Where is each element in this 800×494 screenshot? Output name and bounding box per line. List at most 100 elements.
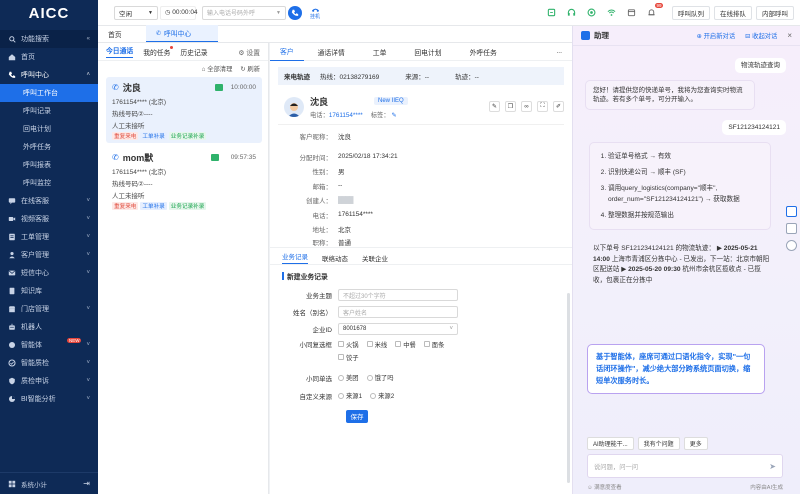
user-message: SF121234124121 xyxy=(722,120,786,135)
chevron-down-icon: ˅ xyxy=(86,270,90,276)
pen-icon[interactable]: ✐ xyxy=(553,101,564,112)
call-card[interactable]: ✆ 沈良 10:00:00 1761154**** (北京) 热线号码②---- 人… xyxy=(106,77,262,143)
agent-status-select[interactable]: 空闲 ▼ xyxy=(114,5,158,20)
tab-today-calls[interactable]: 今日通话 xyxy=(106,45,134,58)
sidebar-subitem-report[interactable]: 呼叫报表 xyxy=(0,156,98,174)
refresh-button[interactable]: ↻ 刷新 xyxy=(240,64,260,73)
link-icon[interactable]: ∞ xyxy=(521,101,532,112)
sidebar-item-knowledge[interactable]: 知识库 xyxy=(0,282,98,300)
suggestion-chip[interactable]: 我有个问题 xyxy=(637,437,680,450)
calendar-icon[interactable] xyxy=(624,6,638,20)
save-button[interactable]: 保存 xyxy=(346,409,368,423)
bell-icon[interactable]: 99 xyxy=(644,2,663,20)
book-icon xyxy=(8,287,16,295)
internal-call-button[interactable]: 内部呼叫 xyxy=(756,5,794,20)
sidebar-subitem-records[interactable]: 呼叫记录 xyxy=(0,102,98,120)
dial-button[interactable] xyxy=(288,5,302,20)
satisfaction-icon: ☺ xyxy=(587,485,593,491)
settings-button[interactable]: ⚙ 设置 xyxy=(238,47,260,57)
tab-call-details[interactable]: 通话详情 xyxy=(304,43,359,61)
sidebar-item-online-service[interactable]: 在线客服 ˅ xyxy=(0,192,98,210)
tab-related-company[interactable]: 关联企业 xyxy=(362,253,388,263)
sidebar-item-call-center[interactable]: 呼叫中心 ˄ xyxy=(0,66,98,84)
online-queue-button[interactable]: 在线排队 xyxy=(714,5,752,20)
tab-customer[interactable]: 客户 xyxy=(270,43,304,61)
detail-scrollbar[interactable] xyxy=(567,293,570,483)
sidebar-item-quality[interactable]: 智能质检 ˅ xyxy=(0,354,98,372)
hangup-button[interactable]: 挂机 xyxy=(310,6,320,20)
sidebar-item-video-service[interactable]: 视频客服 ˅ xyxy=(0,210,98,228)
tab-callback[interactable]: 回电计划 xyxy=(400,43,455,61)
checkbox-option[interactable]: 米线 xyxy=(366,340,387,349)
tab-call-center[interactable]: ✆ 呼叫中心 xyxy=(146,25,218,42)
tag-repeat-call: 重复来电 xyxy=(112,132,139,140)
assistant-input[interactable]: 说问题，问一问 ➤ xyxy=(587,454,783,478)
satisfaction-link[interactable]: ☺ 满意度查看 xyxy=(587,483,622,491)
customer-fields: 客户昵称： 沈良 分配时间： 2025/02/18 17:34:21 性别：男 邮箱… xyxy=(270,125,572,246)
checkbox-option[interactable]: 面条 xyxy=(423,340,444,349)
sidebar-subitem-workbench[interactable]: 呼叫工作台 xyxy=(0,84,98,102)
customer-name-input[interactable]: 客户姓名 xyxy=(338,306,458,318)
tab-ticket[interactable]: 工单 xyxy=(359,43,401,61)
transfer-icon[interactable] xyxy=(544,6,558,20)
send-icon[interactable]: ➤ xyxy=(769,462,776,471)
chevron-left-icon[interactable]: « xyxy=(87,36,90,42)
sidebar-item-customers[interactable]: 客户管理 ˅ xyxy=(0,246,98,264)
broom-icon: ⌂ xyxy=(201,66,206,73)
sidebar-footer[interactable]: 系统小计 ⇥ xyxy=(0,472,98,494)
call-queue-button[interactable]: 呼叫队列 xyxy=(672,5,710,20)
radio-option[interactable]: 饿了吗 xyxy=(366,373,393,382)
sidebar-subitem-monitor[interactable]: 呼叫监控 xyxy=(0,174,98,192)
sidebar-item-sms[interactable]: 短信中心 ˅ xyxy=(0,264,98,282)
suggestion-chip[interactable]: 更多 xyxy=(683,437,708,450)
red-dot xyxy=(170,45,174,49)
close-icon[interactable]: × xyxy=(787,31,792,40)
tab-business-records[interactable]: 业务记录 xyxy=(282,251,308,264)
tab-home[interactable]: 首页 xyxy=(98,25,146,42)
sidebar-item-appeal[interactable]: 质检申诉 ˅ xyxy=(0,372,98,390)
sidebar-item-bi[interactable]: BI智能分析 ˅ xyxy=(0,390,98,408)
assistant-rail-icon[interactable] xyxy=(786,206,797,217)
wifi-icon[interactable] xyxy=(604,6,618,20)
radio-option[interactable]: 来源2 xyxy=(370,391,394,400)
subject-input[interactable]: 不超过30个字符 xyxy=(338,289,458,301)
checkbox-option[interactable]: 饺子 xyxy=(338,353,359,362)
tab-my-tasks[interactable]: 我的任务 xyxy=(143,45,174,57)
headset-alt-icon[interactable] xyxy=(584,6,598,20)
checkbox-option[interactable]: 中餐 xyxy=(395,340,416,349)
chevron-down-icon: ˅ xyxy=(86,396,90,402)
phone-number-input[interactable]: 输入电话号码外呼 ▼ xyxy=(202,5,286,20)
tab-history[interactable]: 历史记录 xyxy=(180,47,207,57)
help-rail-icon[interactable] xyxy=(786,240,797,251)
sidebar-item-agent[interactable]: 智能体 NEW ˅ xyxy=(0,336,98,354)
clear-all-button[interactable]: ⌂ 全部清理 xyxy=(202,64,233,73)
assistant-header: 助理 ⊕ 开启新对话 ⊟ 收起对话 × xyxy=(573,26,800,46)
tab-contact-activity[interactable]: 联络动态 xyxy=(322,253,348,263)
checkbox-option[interactable]: 火锅 xyxy=(338,340,359,349)
chevron-down-icon: ˅ xyxy=(86,342,90,348)
sidebar-item-home[interactable]: 首页 xyxy=(0,48,98,66)
new-chat-button[interactable]: ⊕ 开启新对话 xyxy=(697,31,736,40)
radio-option[interactable]: 美团 xyxy=(338,373,359,382)
sidebar-subitem-outbound[interactable]: 外呼任务 xyxy=(0,138,98,156)
chat-rail-icon[interactable] xyxy=(786,223,797,234)
agent-icon xyxy=(8,341,16,349)
more-tabs-button[interactable]: ... xyxy=(546,43,572,61)
collapse-chat-button[interactable]: ⊟ 收起对话 xyxy=(745,31,777,40)
sidebar-search[interactable]: 功能搜索 « xyxy=(0,30,98,48)
radio-option[interactable]: 来源1 xyxy=(338,391,362,400)
edit-icon[interactable]: ✎ xyxy=(390,112,396,119)
tab-outbound[interactable]: 外呼任务 xyxy=(456,43,511,61)
logout-icon[interactable]: ⇥ xyxy=(83,479,90,488)
sidebar-item-stores[interactable]: 门店管理 ˅ xyxy=(0,300,98,318)
call-card[interactable]: ✆ mom默 09:57:35 1761154**** (北京) 热线号码②----… xyxy=(106,147,262,213)
sidebar-item-tickets[interactable]: 工单管理 ˅ xyxy=(0,228,98,246)
expand-icon[interactable]: ⛶ xyxy=(537,101,548,112)
company-id-select[interactable]: 8001678 ˅ xyxy=(338,323,458,335)
edit-icon[interactable]: ✎ xyxy=(489,101,500,112)
sidebar-subitem-callback[interactable]: 回电计划 xyxy=(0,120,98,138)
sidebar-item-robot[interactable]: 机器人 xyxy=(0,318,98,336)
headset-icon[interactable] xyxy=(564,6,578,20)
suggestion-chip[interactable]: AI助理能干... xyxy=(587,437,634,450)
copy-icon[interactable]: ❐ xyxy=(505,101,516,112)
